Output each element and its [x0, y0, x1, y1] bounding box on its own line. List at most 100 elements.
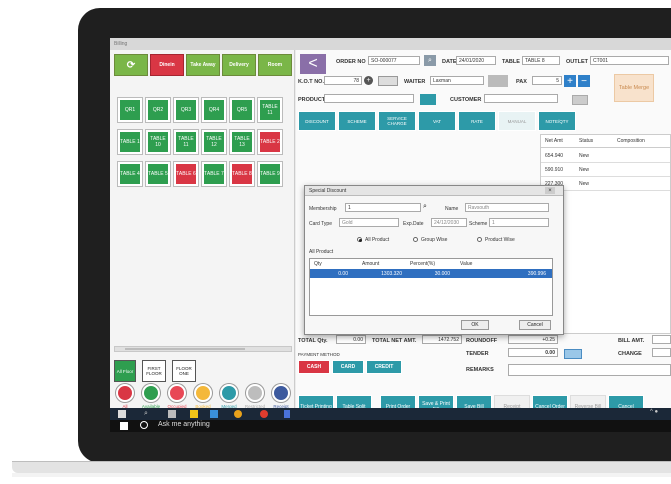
legend-occupied-dot[interactable]: [168, 384, 186, 402]
remarks-field[interactable]: [508, 364, 671, 376]
legend-all-dot[interactable]: [116, 384, 134, 402]
dialog-cancel-button[interactable]: Cancel: [519, 320, 551, 330]
bill-amt-field: [652, 335, 671, 344]
customer-photo-icon: [420, 94, 436, 105]
pax-minus-button[interactable]: −: [578, 75, 590, 87]
cortana-search-bar[interactable]: Ask me anything: [110, 420, 671, 432]
search-icon[interactable]: ⌕: [144, 410, 148, 418]
vat-button[interactable]: VAT: [418, 111, 456, 131]
tab-take-away[interactable]: Take Away: [186, 54, 220, 76]
table-tile[interactable]: TABLE 10: [146, 130, 170, 154]
membership-field[interactable]: 1: [345, 203, 421, 212]
table-tile[interactable]: TABLE 1: [118, 130, 142, 154]
app-icon[interactable]: [168, 410, 176, 418]
card-button[interactable]: CARD: [332, 360, 364, 374]
exp-date-field[interactable]: 24/12/2030: [431, 218, 467, 227]
table-tile[interactable]: TABLE 4: [118, 162, 142, 186]
pax-plus-button[interactable]: +: [564, 75, 576, 87]
search-button[interactable]: ⌕: [424, 55, 436, 66]
back-button[interactable]: <: [300, 54, 326, 74]
dialog-close-button[interactable]: ×: [545, 187, 555, 194]
tray-icon[interactable]: ^ ●: [650, 409, 658, 415]
rate-button[interactable]: RATE: [458, 111, 496, 131]
ok-button[interactable]: OK: [461, 320, 489, 330]
windows-icon[interactable]: [120, 422, 128, 430]
grid-header: Amount: [362, 261, 380, 267]
discount-button[interactable]: DISCOUNT: [298, 111, 336, 131]
store-icon[interactable]: [210, 410, 218, 418]
legend-merged-dot[interactable]: [220, 384, 238, 402]
exp-date-label: Exp.Date: [403, 221, 424, 227]
table-tile[interactable]: QR2: [146, 98, 170, 122]
table-tile[interactable]: TABLE 8: [230, 162, 254, 186]
kot-field[interactable]: 78: [324, 76, 362, 85]
floor-first[interactable]: FIRST FLOOR: [142, 360, 166, 382]
manual-button[interactable]: MANUAL: [498, 111, 536, 131]
table-tile[interactable]: QR4: [202, 98, 226, 122]
customer-field[interactable]: [484, 94, 558, 103]
service-charge-button[interactable]: SERVICE CHARGE: [378, 111, 416, 131]
radio-label: Product Wise: [485, 237, 515, 243]
note-qty-button[interactable]: NOTE/QTY: [538, 111, 576, 131]
search-icon[interactable]: ⌕: [423, 203, 427, 211]
folder-icon[interactable]: [190, 410, 198, 418]
customer-lookup-icon[interactable]: [572, 95, 588, 105]
discount-row-selected[interactable]: 0.00 1303.320 30.000 390.996: [310, 269, 552, 278]
opera-icon[interactable]: [260, 410, 268, 418]
remarks-label: REMARKS: [466, 367, 494, 373]
legend-restricted-dot[interactable]: [246, 384, 264, 402]
table-tile[interactable]: TABLE 9: [258, 162, 282, 186]
add-kot-button[interactable]: +: [364, 76, 373, 85]
product-field[interactable]: [324, 94, 414, 103]
tender-field[interactable]: 0.00: [508, 348, 558, 357]
waiter-field[interactable]: Laxman: [430, 76, 484, 85]
table-tile[interactable]: QR5: [230, 98, 254, 122]
credit-button[interactable]: CREDIT: [366, 360, 402, 374]
table-tile[interactable]: TABLE 6: [174, 162, 198, 186]
chrome-icon[interactable]: [234, 410, 242, 418]
scheme-button[interactable]: SCHEME: [338, 111, 376, 131]
keyboard-icon[interactable]: [378, 76, 398, 86]
horizontal-scrollbar[interactable]: [114, 346, 292, 352]
grid-header: Composition: [617, 138, 645, 144]
table-field[interactable]: TABLE 8: [522, 56, 560, 65]
scrollbar-thumb[interactable]: [125, 348, 245, 350]
tab-room[interactable]: Room: [258, 54, 292, 76]
change-label: CHANGE: [618, 351, 642, 357]
legend-booked-dot[interactable]: [194, 384, 212, 402]
pinned-app-icon[interactable]: [284, 410, 290, 418]
windows-icon[interactable]: [118, 410, 126, 418]
floor-one[interactable]: FLOOR ONE: [172, 360, 196, 382]
refresh-button[interactable]: ⟳: [114, 54, 148, 76]
tab-dinein[interactable]: Dinein: [150, 54, 184, 76]
pax-field[interactable]: 5: [532, 76, 562, 85]
product-wise-radio[interactable]: [477, 237, 482, 242]
table-tile[interactable]: TABLE 7: [202, 162, 226, 186]
tab-delivery[interactable]: Delivery: [222, 54, 256, 76]
cash-button[interactable]: CASH: [298, 360, 330, 374]
order-no-field[interactable]: SO-000077: [368, 56, 420, 65]
table-tile[interactable]: TABLE 5: [146, 162, 170, 186]
legend-available-dot[interactable]: [142, 384, 160, 402]
all-product-radio[interactable]: [357, 237, 362, 242]
table-merge-button[interactable]: Table Merge: [614, 74, 654, 102]
search-placeholder[interactable]: Ask me anything: [158, 421, 210, 428]
card-type-field[interactable]: Gold: [339, 218, 399, 227]
date-field[interactable]: 24/01/2020: [456, 56, 496, 65]
table-tile[interactable]: TABLE 2: [258, 130, 282, 154]
table-tile[interactable]: TABLE 12: [202, 130, 226, 154]
cortana-icon: [140, 421, 148, 429]
calculator-icon[interactable]: [564, 349, 582, 359]
floor-all[interactable]: All Floor: [114, 360, 136, 382]
total-qty-field: 0.00: [336, 335, 366, 344]
outlet-field[interactable]: CT001: [590, 56, 669, 65]
name-field[interactable]: Ravsouth: [465, 203, 549, 212]
table-tile[interactable]: QR3: [174, 98, 198, 122]
table-tile[interactable]: QR1: [118, 98, 142, 122]
group-wise-radio[interactable]: [413, 237, 418, 242]
table-tile[interactable]: TABLE 13: [230, 130, 254, 154]
scheme-field[interactable]: 1: [489, 218, 549, 227]
legend-receipt-dot[interactable]: [272, 384, 290, 402]
table-tile[interactable]: TABLE 11: [258, 98, 282, 122]
table-tile[interactable]: TABLE 11: [174, 130, 198, 154]
